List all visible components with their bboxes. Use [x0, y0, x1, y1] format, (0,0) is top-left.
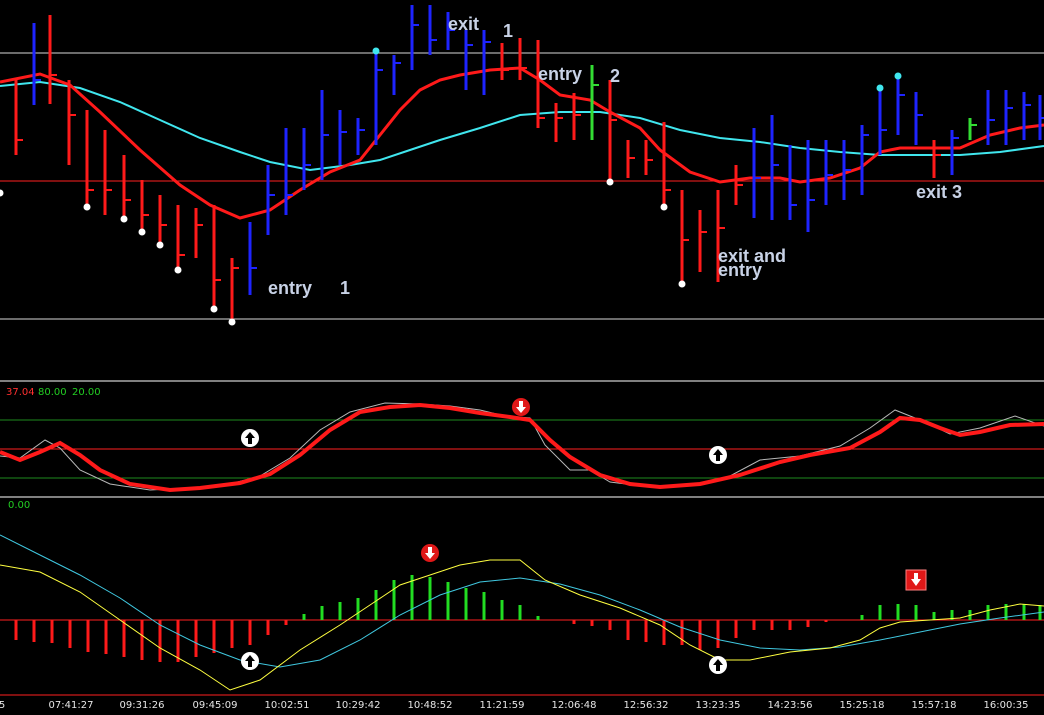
x-tick-label: 16:00:35 [983, 700, 1029, 711]
signal-markers [241, 398, 927, 674]
signal-down-arrow-icon [421, 544, 439, 562]
ma-cyan-line [0, 80, 1044, 172]
annotation-entry-2: entry [538, 64, 583, 84]
low-dot [156, 241, 164, 249]
low-dot [228, 318, 236, 326]
x-tick-label: 07:41:27 [48, 700, 94, 711]
annotation-exit: exit [448, 14, 480, 34]
annotation-entry-2-number: 2 [610, 66, 621, 86]
annotation-entry-1-number: 1 [340, 278, 351, 298]
top-info-strip [0, 0, 1044, 4]
oscillator-upper-level-label: 80.00 [38, 387, 67, 398]
oscillator-lower-level-label: 20.00 [72, 387, 101, 398]
ma-red-line [0, 66, 1044, 220]
x-tick-label: 10:29:42 [335, 700, 381, 711]
low-dot [83, 203, 91, 211]
oscillator-panel [0, 402, 1044, 493]
x-tick-label: 12:06:48 [551, 700, 597, 711]
signal-up-arrow-icon [241, 429, 259, 447]
x-tick-label: 09:31:26 [119, 700, 165, 711]
signal-up-arrow-icon [709, 446, 727, 464]
x-tick-label: 14:23:56 [767, 700, 813, 711]
annotation-exit-3: exit 3 [916, 182, 963, 202]
annotation-exit-number: 1 [503, 21, 514, 41]
low-dot [174, 266, 182, 274]
x-tick-label: 15:57:18 [911, 700, 957, 711]
signal-down-arrow-icon [905, 569, 927, 591]
low-dot [678, 280, 686, 288]
low-dot [120, 215, 128, 223]
low-dot [660, 203, 668, 211]
low-dot [606, 178, 614, 186]
x-tick-label: 12:56:32 [623, 700, 669, 711]
low-dot [138, 228, 146, 236]
annotation-entry-1: entry [268, 278, 313, 298]
oscillator-value-label: 37.04 [6, 387, 35, 398]
macd-zero-label: 0.00 [8, 500, 31, 511]
x-tick-label: 13:23:35 [695, 700, 741, 711]
signal-up-arrow-icon [241, 652, 259, 670]
annotation-exit-and-entry: entry [718, 260, 763, 280]
x-tick-label: 10:02:51 [264, 700, 310, 711]
trading-chart [0, 5, 1044, 696]
low-dot [210, 305, 218, 313]
high-dot [372, 47, 380, 55]
oscillator-signal-line [0, 402, 1044, 491]
signal-up-arrow-icon [709, 656, 727, 674]
oscillator-main-line [0, 402, 1044, 493]
low-dot [0, 189, 4, 197]
macd-line [0, 559, 1044, 691]
macd-signal-line [0, 534, 1044, 668]
macd-panel [0, 534, 1044, 691]
x-tick-label: 09:45:09 [192, 700, 238, 711]
moving-averages [0, 66, 1044, 220]
x-tick-label: 5 [0, 700, 6, 711]
signal-down-arrow-icon [512, 398, 530, 416]
x-tick-label: 10:48:52 [407, 700, 453, 711]
high-dot [876, 84, 884, 92]
high-dot [894, 72, 902, 80]
x-tick-label: 11:21:59 [479, 700, 525, 711]
x-tick-label: 15:25:18 [839, 700, 885, 711]
